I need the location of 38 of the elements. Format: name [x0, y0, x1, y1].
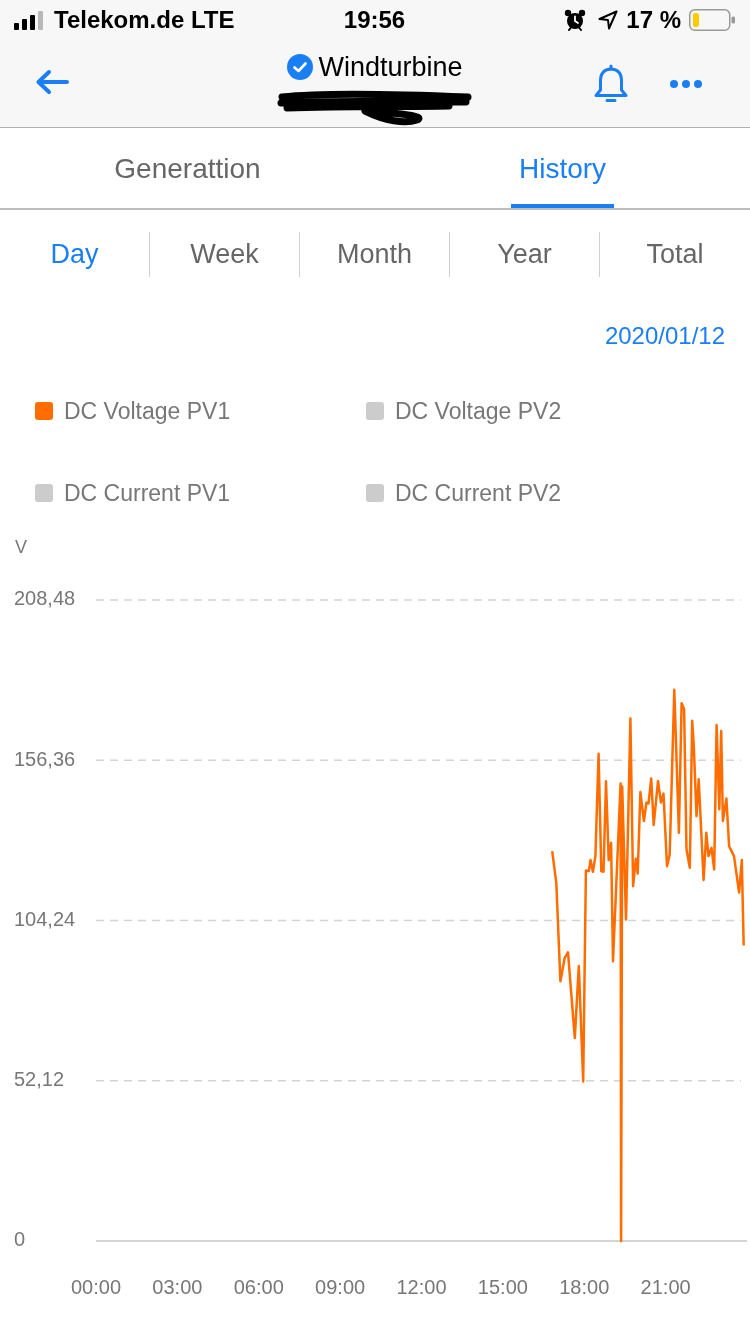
legend-toggle[interactable]: DC Voltage PV2	[366, 396, 562, 426]
back-arrow-icon[interactable]	[35, 69, 69, 95]
legend-toggle[interactable]: DC Current PV2	[366, 478, 562, 508]
carrier-label: Telekom.de LTE	[54, 6, 235, 34]
view-tab[interactable]: History	[510, 128, 615, 208]
y-tick-label: 104,24	[14, 907, 76, 930]
y-tick-label: 52,12	[14, 1068, 65, 1091]
location-arrow-icon	[598, 10, 619, 30]
period-tab[interactable]: Month	[300, 232, 450, 277]
y-tick-label: 0	[14, 1228, 26, 1251]
alarm-clock-icon	[564, 9, 587, 31]
x-tick-label: 06:00	[233, 1276, 284, 1299]
device-title: Windturbine	[318, 52, 463, 82]
period-tab[interactable]: Week	[150, 232, 300, 277]
x-tick-label: 00:00	[70, 1276, 122, 1299]
y-tick-label: 208,48	[14, 587, 76, 610]
x-tick-label: 18:00	[559, 1276, 610, 1299]
more-icon[interactable]	[670, 80, 702, 88]
x-tick-label: 09:00	[315, 1276, 366, 1299]
x-tick-label: 03:00	[152, 1276, 203, 1299]
date-selector[interactable]: 2020/01/12	[604, 322, 725, 350]
time-label: 19:56	[343, 6, 406, 34]
period-tab[interactable]: Total	[600, 232, 750, 277]
battery-icon	[689, 9, 735, 31]
battery-percent: 17 %	[626, 6, 681, 34]
y-tick-label: 156,36	[14, 747, 76, 770]
legend-toggle[interactable]: DC Voltage PV1	[35, 396, 231, 426]
period-tab[interactable]: Day	[0, 232, 150, 277]
y-axis-unit: V	[15, 536, 27, 557]
x-tick-label: 21:00	[640, 1276, 691, 1299]
x-tick-label: 12:00	[396, 1276, 447, 1299]
signal-icon	[14, 10, 46, 30]
view-tab[interactable]: Generattion	[106, 128, 269, 208]
x-tick-label: 15:00	[477, 1276, 528, 1299]
period-tab[interactable]: Year	[450, 232, 600, 277]
bell-icon[interactable]	[592, 64, 630, 104]
legend-toggle[interactable]: DC Current PV1	[35, 478, 231, 508]
verified-check-icon	[287, 54, 314, 80]
